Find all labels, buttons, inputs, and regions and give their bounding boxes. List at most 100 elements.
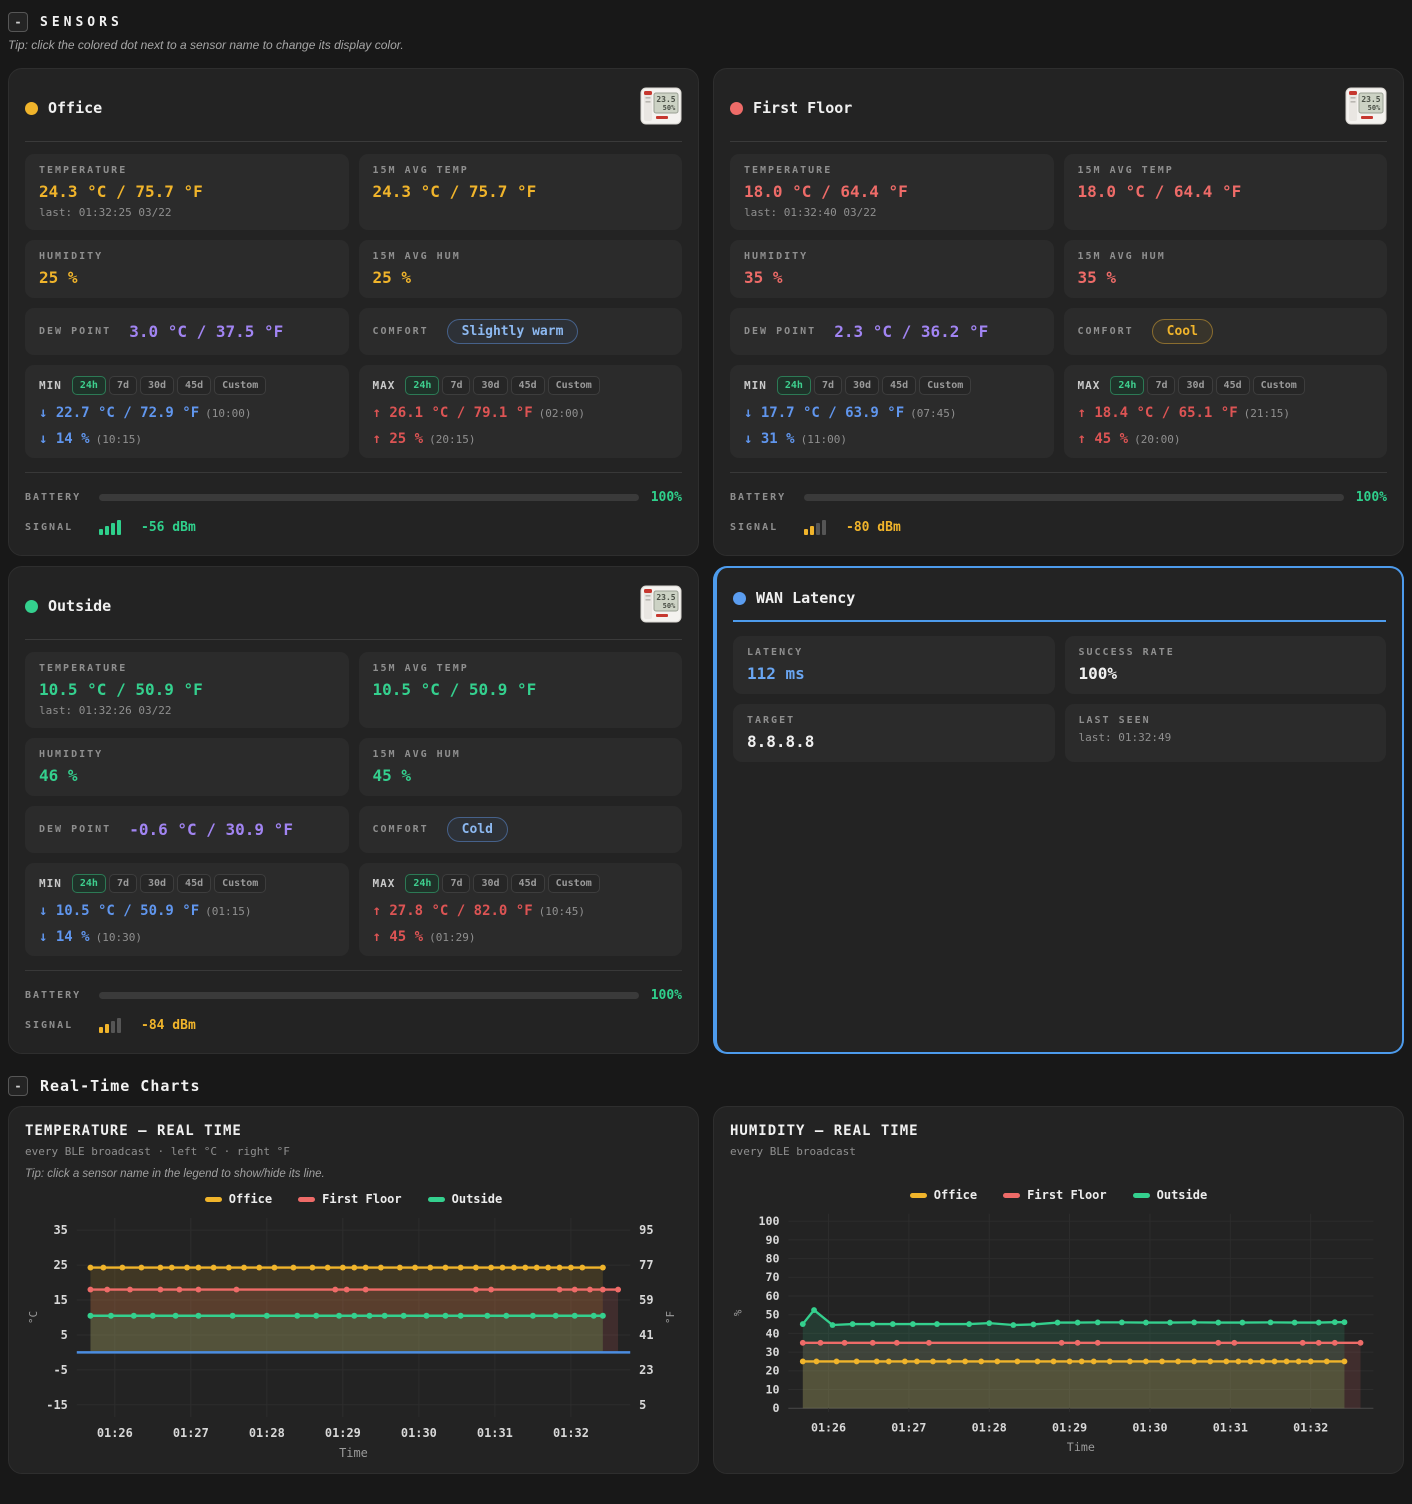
svg-text:01:32: 01:32 [1293, 1420, 1328, 1434]
min-label: MIN [39, 877, 62, 890]
max-temp-time: (21:15) [1244, 407, 1290, 420]
range-chip-7d[interactable]: 7d [442, 376, 470, 395]
range-chip-24h[interactable]: 24h [72, 376, 106, 395]
sensors-collapse-button[interactable]: - [8, 12, 28, 32]
temperature-chart-legend: Office First Floor Outside [25, 1192, 682, 1206]
range-chip-24h[interactable]: 24h [72, 874, 106, 893]
legend-swatch [205, 1197, 222, 1202]
max-temperature-line: ↑ 27.8 °C / 82.0 °F(10:45) [373, 903, 669, 919]
max-temp-time: (02:00) [539, 407, 585, 420]
signal-value: -80 dBm [846, 520, 901, 535]
range-chip-30d[interactable]: 30d [473, 874, 507, 893]
range-chip-24h[interactable]: 24h [1110, 376, 1144, 395]
sensor-color-dot[interactable] [25, 102, 38, 115]
range-chip-custom[interactable]: Custom [214, 874, 266, 893]
range-chip-custom[interactable]: Custom [1253, 376, 1305, 395]
max-hum-time: (01:29) [429, 931, 475, 944]
avg-hum-tile: 15M AVG HUM 35 % [1064, 240, 1388, 298]
min-tile: MIN 24h7d30d45dCustom ↓ 17.7 °C / 63.9 °… [730, 365, 1054, 458]
signal-value: -84 dBm [141, 1018, 196, 1033]
card-divider [25, 639, 682, 640]
humidity-label: HUMIDITY [39, 251, 335, 262]
range-chip-24h[interactable]: 24h [777, 376, 811, 395]
sensor-device-thumbnail: 23.5 50% [640, 85, 682, 131]
chart-cards-grid: TEMPERATURE — REAL TIME every BLE broadc… [8, 1106, 1404, 1474]
range-chip-7d[interactable]: 7d [109, 874, 137, 893]
svg-text:50%: 50% [663, 104, 676, 112]
min-tile: MIN 24h7d30d45dCustom ↓ 10.5 °C / 50.9 °… [25, 863, 349, 956]
svg-text:30: 30 [766, 1345, 780, 1359]
temperature-chart-subtitle: every BLE broadcast · left °C · right °F [25, 1145, 682, 1158]
min-temp-time: (07:45) [910, 407, 956, 420]
svg-text:01:28: 01:28 [249, 1426, 285, 1440]
range-chip-custom[interactable]: Custom [548, 874, 600, 893]
battery-percent: 100% [651, 988, 682, 1003]
legend-item-outside[interactable]: Outside [428, 1192, 503, 1206]
comfort-tile: COMFORT Cold [359, 806, 683, 853]
range-chip-7d[interactable]: 7d [1147, 376, 1175, 395]
range-chip-custom[interactable]: Custom [548, 376, 600, 395]
svg-text:23.5: 23.5 [656, 593, 675, 602]
comfort-label: COMFORT [1078, 326, 1134, 337]
range-chip-custom[interactable]: Custom [919, 376, 971, 395]
svg-text:°C: °C [27, 1311, 40, 1324]
battery-bar [99, 992, 639, 999]
humidity-value: 35 % [744, 268, 1040, 287]
legend-item-first-floor[interactable]: First Floor [298, 1192, 401, 1206]
legend-item-office[interactable]: Office [910, 1188, 977, 1202]
max-tile: MAX 24h7d30d45dCustom ↑ 18.4 °C / 65.1 °… [1064, 365, 1388, 458]
svg-text:59: 59 [639, 1293, 653, 1307]
range-chip-30d[interactable]: 30d [845, 376, 879, 395]
battery-row: BATTERY 100% [730, 485, 1387, 509]
charts-collapse-button[interactable]: - [8, 1076, 28, 1096]
range-chip-45d[interactable]: 45d [882, 376, 916, 395]
range-chip-custom[interactable]: Custom [214, 376, 266, 395]
svg-text:01:30: 01:30 [401, 1426, 437, 1440]
sensor-device-image: 23.5 50% [1345, 85, 1387, 127]
legend-label: First Floor [1027, 1188, 1106, 1202]
range-chip-45d[interactable]: 45d [177, 874, 211, 893]
sensor-device-thumbnail: 23.5 50% [1345, 85, 1387, 131]
sensor-color-dot[interactable] [733, 592, 746, 605]
battery-row: BATTERY 100% [25, 983, 682, 1007]
signal-row: SIGNAL -80 dBm [730, 515, 1387, 539]
temperature-label: TEMPERATURE [744, 165, 1040, 176]
range-chip-24h[interactable]: 24h [405, 376, 439, 395]
range-chip-30d[interactable]: 30d [140, 874, 174, 893]
range-chip-30d[interactable]: 30d [140, 376, 174, 395]
dew-point-value: 2.3 °C / 36.2 °F [834, 322, 988, 341]
legend-item-office[interactable]: Office [205, 1192, 272, 1206]
dew-point-tile: DEW POINT -0.6 °C / 30.9 °F [25, 806, 349, 853]
success-rate-label: SUCCESS RATE [1079, 647, 1373, 658]
range-chip-45d[interactable]: 45d [1216, 376, 1250, 395]
min-range-chips: 24h7d30d45dCustom [72, 874, 266, 893]
legend-swatch [428, 1197, 445, 1202]
min-humidity-line: ↓ 31 %(11:00) [744, 431, 1040, 447]
range-chip-45d[interactable]: 45d [511, 376, 545, 395]
sensor-color-dot[interactable] [25, 600, 38, 613]
range-chip-7d[interactable]: 7d [109, 376, 137, 395]
range-chip-24h[interactable]: 24h [405, 874, 439, 893]
dew-point-tile: DEW POINT 3.0 °C / 37.5 °F [25, 308, 349, 355]
max-range-chips: 24h7d30d45dCustom [405, 874, 599, 893]
range-chip-45d[interactable]: 45d [177, 376, 211, 395]
dew-point-label: DEW POINT [744, 326, 816, 337]
humidity-chart-title: HUMIDITY — REAL TIME [730, 1123, 1387, 1139]
range-chip-7d[interactable]: 7d [814, 376, 842, 395]
svg-text:01:27: 01:27 [173, 1426, 209, 1440]
legend-item-outside[interactable]: Outside [1133, 1188, 1208, 1202]
wan-latency-card: WAN Latency LATENCY 112 ms SUCCESS RATE … [713, 566, 1404, 1054]
sensor-name: Outside [48, 597, 111, 615]
max-hum-time: (20:00) [1134, 433, 1180, 446]
legend-label: Outside [1157, 1188, 1208, 1202]
range-chip-30d[interactable]: 30d [473, 376, 507, 395]
humidity-label: HUMIDITY [39, 749, 335, 760]
range-chip-45d[interactable]: 45d [511, 874, 545, 893]
range-chip-30d[interactable]: 30d [1178, 376, 1212, 395]
dew-point-label: DEW POINT [39, 326, 111, 337]
max-range-chips: 24h7d30d45dCustom [405, 376, 599, 395]
legend-item-first-floor[interactable]: First Floor [1003, 1188, 1106, 1202]
battery-percent: 100% [651, 490, 682, 505]
sensor-color-dot[interactable] [730, 102, 743, 115]
range-chip-7d[interactable]: 7d [442, 874, 470, 893]
